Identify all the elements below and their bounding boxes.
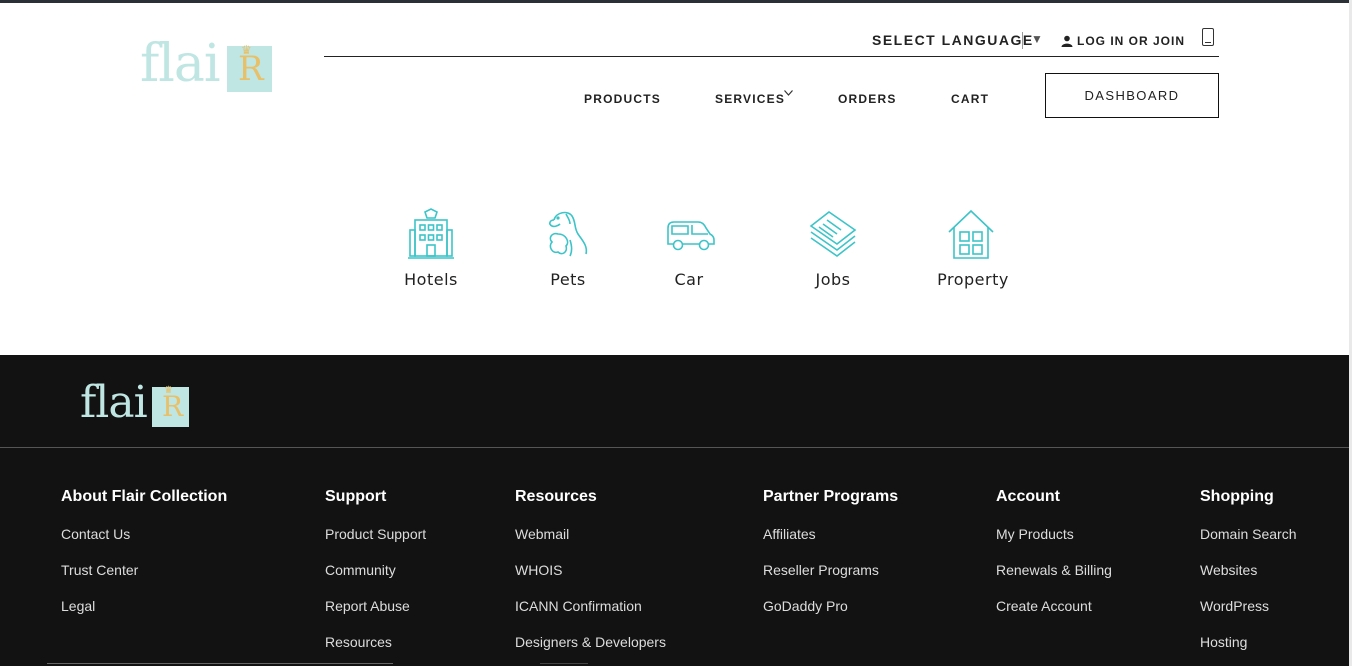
pets-icon: [549, 211, 588, 257]
footer-link[interactable]: Renewals & Billing: [996, 561, 1112, 597]
category-car[interactable]: Car: [664, 208, 715, 289]
footer-link[interactable]: ICANN Confirmation: [515, 597, 666, 633]
footer-link[interactable]: WordPress: [1200, 597, 1297, 633]
footer-column-resources: Resources Webmail WHOIS ICANN Confirmati…: [515, 488, 666, 666]
logo-letter: R: [162, 390, 184, 423]
footer-link[interactable]: My Products: [996, 525, 1112, 561]
nav-products[interactable]: PRODUCTS: [584, 92, 661, 106]
footer-link[interactable]: Websites: [1200, 561, 1297, 597]
footer-link[interactable]: Trust Center: [61, 561, 227, 597]
hotel-icon: [408, 208, 454, 259]
nav-cart[interactable]: CART: [951, 92, 989, 106]
footer-heading: Shopping: [1200, 488, 1274, 505]
nav-services[interactable]: SERVICES: [715, 92, 785, 106]
footer-heading: Resources: [515, 488, 597, 505]
footer-column-shopping: Shopping Domain Search Websites WordPres…: [1200, 488, 1297, 666]
footer-heading: About Flair Collection: [61, 488, 228, 505]
nav-orders[interactable]: ORDERS: [838, 92, 897, 106]
login-link[interactable]: LOG IN OR JOIN: [1061, 34, 1185, 48]
category-label: Property: [937, 270, 1009, 289]
footer-heading: Support: [325, 488, 387, 505]
select-language[interactable]: SELECT LANGUAGE: [872, 32, 1034, 48]
chevron-down-icon[interactable]: ▼: [1031, 32, 1043, 46]
footer-link[interactable]: Reseller Programs: [763, 561, 898, 597]
site-logo[interactable]: flai ♛ R: [140, 36, 273, 94]
footer-link[interactable]: Product Support: [325, 525, 426, 561]
category-jobs[interactable]: Jobs: [798, 208, 868, 289]
footer-link[interactable]: Create Account: [996, 597, 1112, 633]
language-separator: [1022, 32, 1023, 49]
footer-link[interactable]: GoDaddy Pro: [763, 597, 898, 633]
footer-heading: Partner Programs: [763, 488, 899, 505]
property-icon: [948, 209, 994, 259]
footer-link[interactable]: Resources: [325, 633, 426, 666]
footer-column-about: About Flair Collection Contact Us Trust …: [61, 488, 227, 633]
footer-link[interactable]: Webmail: [515, 525, 666, 561]
top-border: [0, 0, 1352, 3]
category-label: Pets: [550, 270, 586, 289]
category-property[interactable]: Property: [937, 208, 1009, 289]
mobile-icon[interactable]: [1202, 28, 1214, 46]
footer-logo[interactable]: flai ♛ R: [80, 379, 192, 429]
dashboard-button[interactable]: DASHBOARD: [1045, 73, 1219, 118]
car-icon: [667, 221, 715, 251]
footer-link[interactable]: Legal: [61, 597, 227, 633]
footer-link[interactable]: Domain Search: [1200, 525, 1297, 561]
chevron-down-icon[interactable]: [784, 88, 793, 99]
category-label: Car: [674, 270, 704, 289]
login-label: LOG IN OR JOIN: [1077, 34, 1186, 48]
footer-link[interactable]: Report Abuse: [325, 597, 426, 633]
site-footer: flai ♛ R About Flair Collection Contact …: [0, 355, 1349, 666]
footer-divider: [0, 447, 1349, 448]
category-label: Jobs: [815, 270, 851, 289]
footer-link[interactable]: WHOIS: [515, 561, 666, 597]
footer-heading: Account: [996, 488, 1060, 505]
footer-column-partner-programs: Partner Programs Affiliates Reseller Pro…: [763, 488, 898, 633]
category-pets[interactable]: Pets: [533, 208, 603, 289]
footer-link[interactable]: Designers & Developers: [515, 633, 666, 666]
footer-link[interactable]: Community: [325, 561, 426, 597]
footer-link[interactable]: Contact Us: [61, 525, 227, 561]
footer-column-account: Account My Products Renewals & Billing C…: [996, 488, 1112, 633]
category-hotels[interactable]: Hotels: [396, 208, 466, 289]
footer-link[interactable]: Affiliates: [763, 525, 898, 561]
utility-bar: SELECT LANGUAGE ▼ LOG IN OR JOIN: [324, 26, 1219, 57]
logo-letter: R: [238, 49, 264, 89]
logo-wordmark: flai: [140, 34, 221, 94]
footer-link[interactable]: Hosting: [1200, 633, 1297, 666]
user-icon: [1061, 35, 1073, 47]
jobs-icon: [809, 211, 857, 257]
footer-column-support: Support Product Support Community Report…: [325, 488, 426, 666]
logo-wordmark: flai: [80, 377, 148, 428]
category-label: Hotels: [404, 270, 458, 289]
